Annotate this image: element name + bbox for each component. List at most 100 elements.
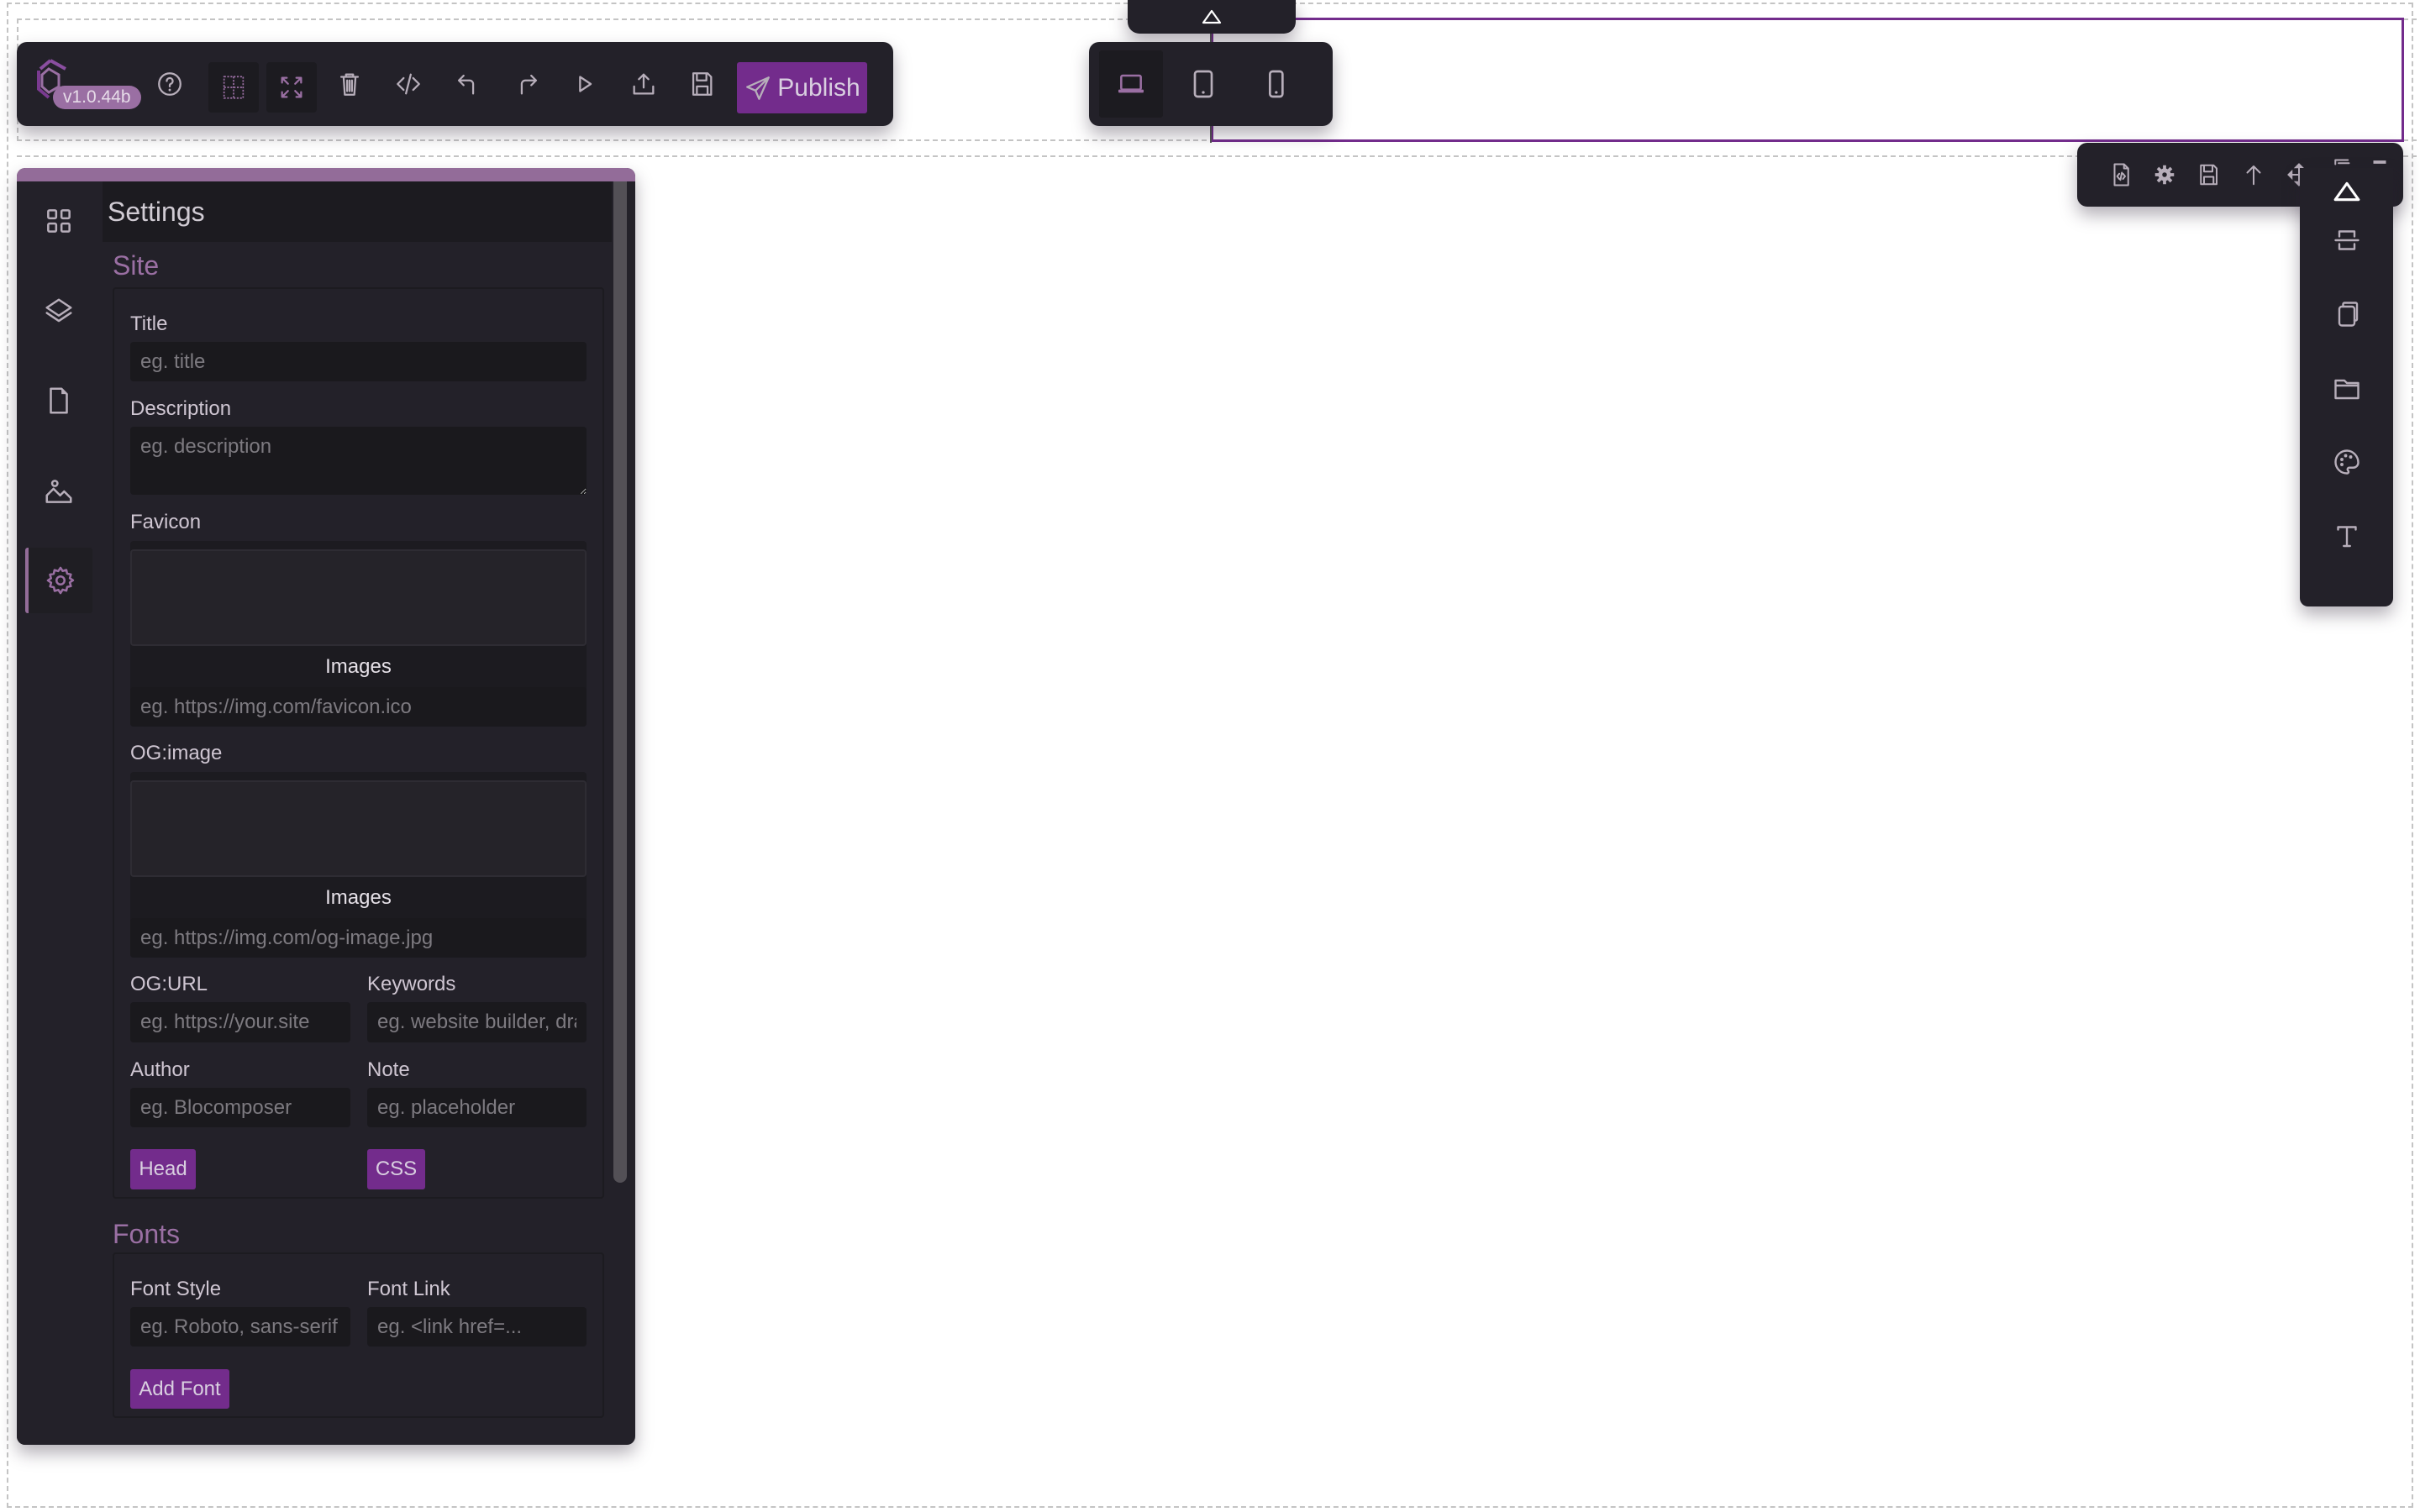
arrow-up-icon [2246,165,2261,186]
expand-icon [281,76,302,98]
upload-icon [633,73,655,95]
redo-icon [520,74,538,95]
favicon-images-button[interactable]: Images [130,646,587,687]
description-label: Description [130,397,232,420]
code-button[interactable] [383,60,434,108]
device-desktop-button[interactable] [1099,50,1163,118]
help-icon [158,72,182,96]
layers-icon [45,298,72,323]
sidebar-item-settings[interactable] [25,548,92,613]
css-button[interactable]: CSS [367,1149,425,1189]
copy-pages-icon [2338,302,2359,327]
paper-plane-icon [746,76,771,100]
block-settings-button[interactable] [2148,158,2181,192]
site-heading: Site [113,250,160,281]
tablet-icon [1193,70,1213,98]
device-toolbar [1089,42,1333,126]
text-icon [2337,526,2357,548]
section-button[interactable] [2323,217,2370,264]
favicon-label: Favicon [130,511,202,533]
sidebar-item-layers[interactable] [25,279,92,344]
title-label: Title [130,312,168,335]
typography-button[interactable] [2323,512,2370,559]
favicon-dropzone[interactable] [130,549,587,646]
add-font-button[interactable]: Add Font [130,1369,229,1409]
device-tablet-button[interactable] [1171,50,1235,118]
keywords-label: Keywords [367,973,456,995]
keywords-input[interactable] [367,1002,587,1042]
font-link-label: Font Link [367,1278,450,1300]
code-file-icon [2113,163,2129,186]
right-tool-panel [2300,168,2393,606]
fullscreen-button[interactable] [266,62,317,113]
gear-icon [46,566,75,595]
ogurl-label: OG:URL [130,973,208,995]
code-icon [397,73,420,95]
fonts-heading: Fonts [113,1219,181,1249]
help-button[interactable] [145,60,195,108]
description-input[interactable] [130,427,587,495]
panel-drag-bar[interactable] [17,168,635,181]
author-label: Author [130,1058,190,1081]
pages-button[interactable] [2323,291,2370,338]
trash-icon [339,73,360,96]
block-code-button[interactable] [2104,158,2138,192]
font-style-label: Font Style [130,1278,222,1300]
font-link-input[interactable] [367,1307,587,1347]
file-icon [50,387,68,414]
palette-button[interactable] [2323,438,2370,486]
ogurl-input[interactable] [130,1002,350,1042]
phone-icon [1269,70,1284,98]
preview-button[interactable] [560,60,610,108]
sidebar-item-pages[interactable] [25,368,92,433]
ogimage-dropzone[interactable] [130,780,587,877]
publish-label: Publish [777,73,860,102]
delete-button[interactable] [324,60,375,108]
settings-panel: Settings Site Title Description Favicon … [17,168,635,1445]
publish-button[interactable]: Publish [737,62,867,113]
ogimage-label: OG:image [130,742,223,764]
block-move-up-button[interactable] [2237,158,2270,192]
sidebar-item-media[interactable] [25,459,92,524]
gear-icon [2154,165,2175,185]
image-icon [45,480,72,503]
undo-button[interactable] [442,60,492,108]
head-button[interactable]: Head [130,1149,196,1189]
redo-button[interactable] [502,60,553,108]
play-icon [579,76,592,92]
canvas-block-divider [17,155,2417,157]
chevron-up-icon [1202,9,1222,24]
right-panel-collapse-button[interactable] [2323,168,2370,215]
favicon-url-input[interactable] [130,687,587,727]
folder-button[interactable] [2323,365,2370,412]
ogimage-url-input[interactable] [130,918,587,958]
title-input[interactable] [130,342,587,381]
chevron-up-icon [2333,181,2360,202]
note-input[interactable] [367,1088,587,1127]
sidebar [17,181,103,1445]
settings-header: Settings [103,181,612,242]
main-toolbar: v1.0.44b Publish [17,42,893,126]
section-divider-icon [2334,230,2360,250]
palette-icon [2334,449,2360,475]
note-label: Note [367,1058,410,1081]
export-button[interactable] [618,60,669,108]
font-style-input[interactable] [130,1307,350,1347]
undo-icon [457,74,475,95]
sidebar-item-blocks[interactable] [25,188,92,254]
grid-toggle-button[interactable] [208,62,259,113]
ogimage-images-button[interactable]: Images [130,877,587,918]
folder-icon [2334,379,2360,400]
page-title: Settings [108,197,205,227]
floppy-disk-icon [2200,164,2217,186]
collapse-toolbar-button[interactable] [1128,0,1296,34]
save-button[interactable] [676,60,727,108]
floppy-disk-icon [692,72,713,96]
grid-outline-icon [223,76,245,99]
block-save-button[interactable] [2191,158,2225,192]
scrollbar[interactable] [613,181,627,1183]
version-badge: v1.0.44b [53,86,141,109]
author-input[interactable] [130,1088,350,1127]
selected-block-outline[interactable] [1211,18,2404,142]
device-mobile-button[interactable] [1244,50,1307,118]
